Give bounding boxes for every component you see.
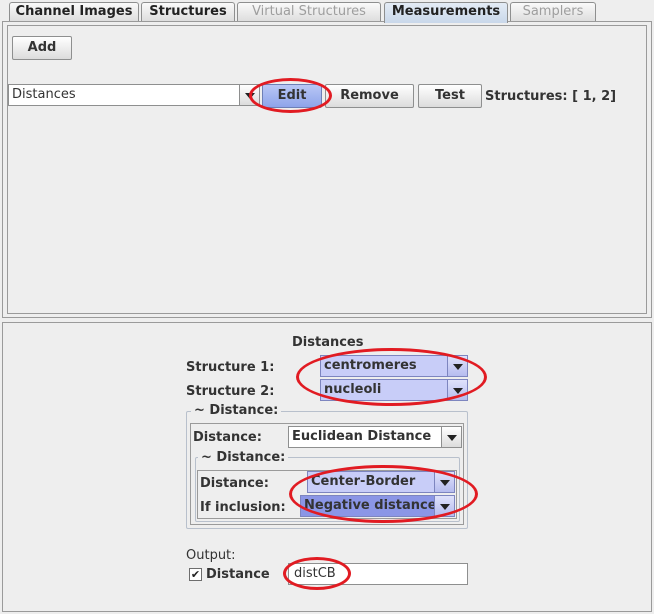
inclusion-label: If inclusion: [200, 500, 286, 515]
chevron-down-icon [447, 356, 467, 376]
measurements-panel [2, 21, 652, 318]
inclusion-select[interactable]: Negative distance [300, 495, 455, 517]
test-button[interactable]: Test [418, 84, 482, 108]
chevron-down-icon [447, 380, 467, 400]
sub-distance-select[interactable]: Center-Border [307, 471, 455, 493]
inclusion-value: Negative distance [304, 498, 437, 513]
sub-distance-label: Distance: [200, 476, 269, 491]
editor-title: Distances [292, 335, 364, 350]
chevron-down-icon [441, 427, 461, 447]
sub-distance-group-title: ~ Distance: [198, 450, 289, 465]
edit-button[interactable]: Edit [262, 84, 322, 108]
tab-channel-images[interactable]: Channel Images [9, 2, 139, 22]
tab-structures[interactable]: Structures [141, 2, 235, 22]
structure1-value: centromeres [324, 358, 417, 373]
structures-indices: Structures: [ 1, 2] [485, 89, 617, 104]
add-button[interactable]: Add [12, 36, 72, 60]
structure1-select[interactable]: centromeres [320, 355, 468, 377]
tab-virtual-structures: Virtual Structures [237, 2, 381, 22]
remove-button[interactable]: Remove [325, 84, 414, 108]
distance-value: Euclidean Distance [292, 429, 432, 444]
measurements-list-panel [7, 25, 647, 314]
sub-distance-value: Center-Border [311, 474, 416, 489]
structure2-label: Structure 2: [186, 384, 275, 399]
tab-measurements[interactable]: Measurements [384, 2, 508, 23]
tab-samplers: Samplers [510, 2, 596, 22]
measurement-type-value: Distances [12, 87, 76, 102]
chevron-down-icon [434, 496, 454, 516]
output-name-value: distCB [294, 566, 336, 581]
structure1-label: Structure 1: [186, 360, 275, 375]
output-label: Output: [186, 548, 236, 563]
structure2-select[interactable]: nucleoli [320, 379, 468, 401]
chevron-down-icon [239, 85, 259, 105]
measurement-type-select[interactable]: Distances [8, 84, 260, 106]
distance-label: Distance: [193, 430, 262, 445]
output-checkbox-label: Distance [206, 567, 270, 582]
output-name-field[interactable]: distCB [288, 563, 468, 585]
output-checkbox[interactable]: ✔ [189, 568, 202, 581]
structure2-value: nucleoli [324, 382, 382, 397]
distance-select[interactable]: Euclidean Distance [288, 426, 462, 448]
distance-group-title: ~ Distance: [191, 403, 282, 418]
chevron-down-icon [434, 472, 454, 492]
